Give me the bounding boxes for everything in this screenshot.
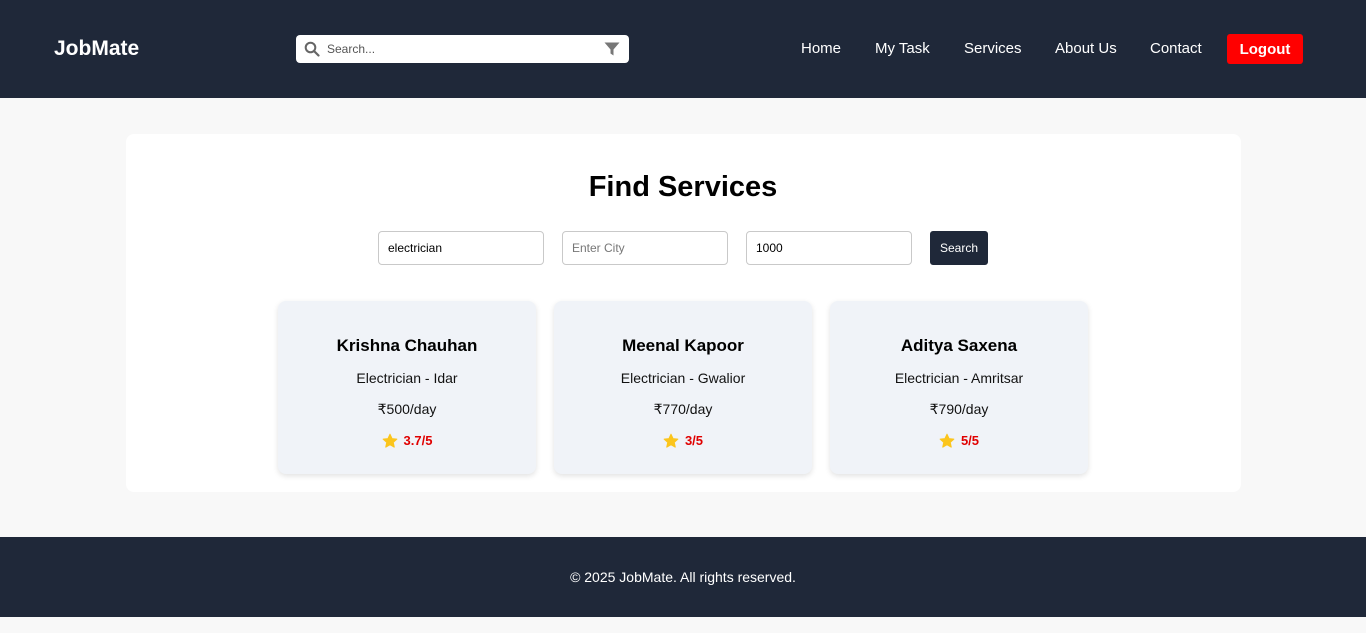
provider-role: Electrician - Idar (356, 370, 458, 386)
navbar: JobMate Home My Task Services About Us C… (0, 0, 1366, 98)
star-icon (663, 433, 679, 448)
provider-card[interactable]: Krishna Chauhan Electrician - Idar ₹500/… (278, 301, 536, 474)
service-input[interactable] (378, 231, 544, 265)
provider-rating: 3.7/5 (403, 433, 433, 448)
search-icon (304, 41, 320, 57)
provider-role: Electrician - Amritsar (894, 370, 1024, 386)
provider-card[interactable]: Aditya Saxena Electrician - Amritsar ₹79… (830, 301, 1088, 474)
search-button[interactable]: Search (930, 231, 988, 265)
provider-name: Meenal Kapoor (622, 336, 744, 355)
nav-my-task[interactable]: My Task (875, 40, 930, 58)
header-search[interactable] (296, 35, 629, 63)
nav-about-us[interactable]: About Us (1055, 40, 1117, 58)
footer-copyright: © 2025 JobMate. All rights reserved. (570, 569, 796, 585)
budget-input[interactable] (746, 231, 912, 265)
star-icon (382, 433, 397, 448)
footer: © 2025 JobMate. All rights reserved. (0, 537, 1366, 617)
provider-rating-row: 3.7/5 (278, 433, 536, 449)
city-input[interactable] (562, 231, 728, 265)
provider-name: Aditya Saxena (900, 336, 1018, 355)
star-icon (939, 433, 955, 448)
header-search-input[interactable] (327, 39, 589, 59)
page-title: Find Services (588, 171, 778, 203)
nav-contact[interactable]: Contact (1150, 40, 1202, 58)
provider-rating: 3/5 (684, 433, 704, 448)
nav-home[interactable]: Home (801, 40, 841, 58)
provider-rate: ₹500/day (377, 401, 437, 417)
filter-icon[interactable] (604, 42, 620, 56)
brand-logo[interactable]: JobMate (54, 36, 139, 62)
provider-name: Krishna Chauhan (336, 336, 478, 355)
provider-rate: ₹770/day (653, 401, 713, 417)
provider-role: Electrician - Gwalior (620, 370, 746, 386)
logout-button[interactable]: Logout (1227, 34, 1303, 64)
nav-services[interactable]: Services (964, 40, 1022, 58)
provider-rating-row: 3/5 (554, 433, 812, 449)
provider-rate: ₹790/day (929, 401, 989, 417)
provider-card[interactable]: Meenal Kapoor Electrician - Gwalior ₹770… (554, 301, 812, 474)
provider-rating-row: 5/5 (830, 433, 1088, 449)
provider-rating: 5/5 (960, 433, 980, 448)
